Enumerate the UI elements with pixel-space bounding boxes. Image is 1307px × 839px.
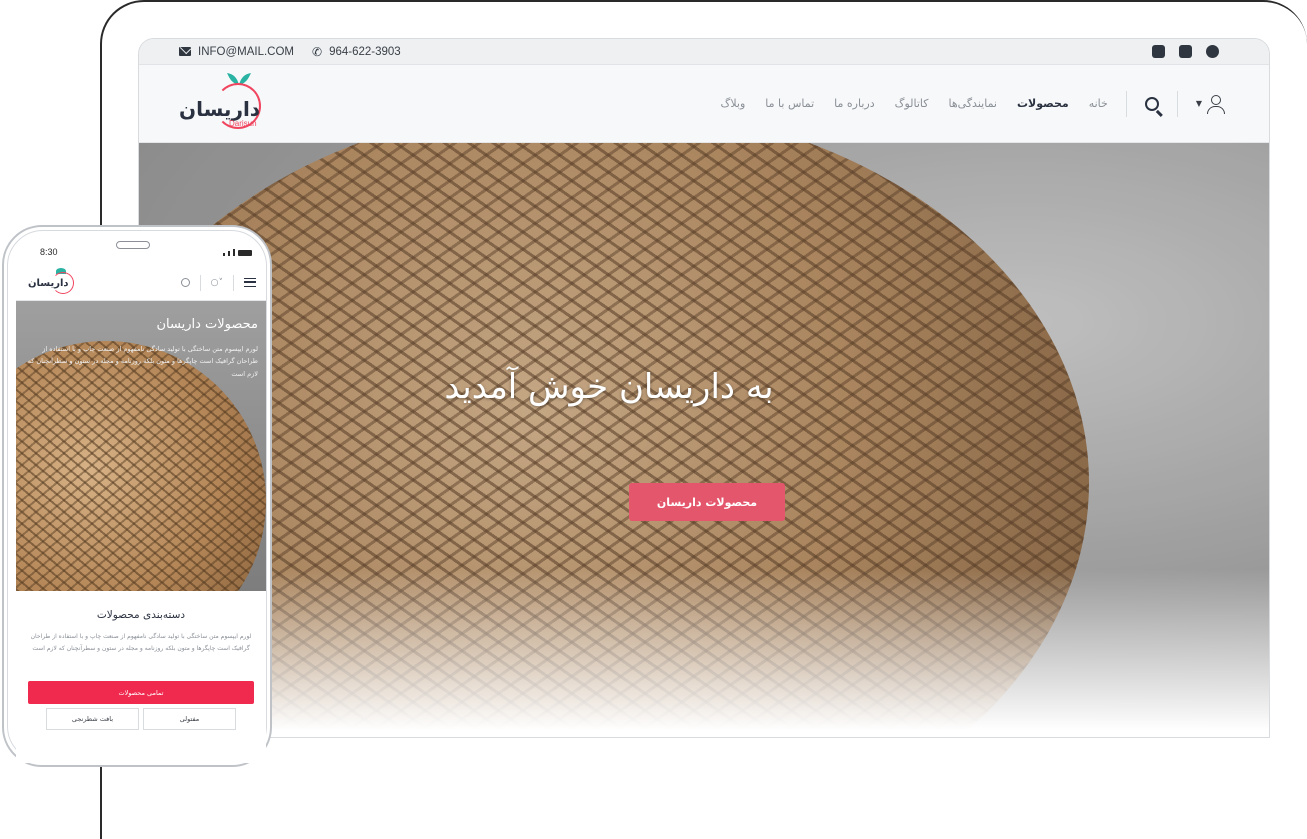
category-chip-wire[interactable]: مفتولی xyxy=(143,708,236,730)
logo-subtext: Darisun xyxy=(229,118,257,128)
signal-icon xyxy=(233,248,235,256)
email-contact[interactable]: INFO@MAIL.COM xyxy=(179,46,294,58)
desktop-screen: INFO@MAIL.COM ✆ 964-622-3903 داریسان Dar… xyxy=(138,38,1270,738)
mobile-logo-text: داریسان xyxy=(28,277,69,289)
products-button[interactable]: محصولات داریسان xyxy=(629,483,785,521)
status-icons xyxy=(223,248,252,256)
category-chip-checkered[interactable]: بافت شطرنجی xyxy=(46,708,139,730)
mail-icon xyxy=(179,47,191,56)
nav-divider xyxy=(1125,90,1127,117)
site-logo[interactable]: داریسان Darisun xyxy=(169,69,279,139)
contact-info: INFO@MAIL.COM ✆ 964-622-3903 xyxy=(179,45,401,59)
instagram-icon[interactable] xyxy=(1179,45,1192,58)
user-icon xyxy=(1206,94,1225,114)
phone-speaker xyxy=(116,241,150,249)
category-section: دسته‌بندی محصولات لورم ایپسوم متن ساختگی… xyxy=(16,591,266,730)
phone-text: 964-622-3903 xyxy=(329,45,401,58)
nav-divider xyxy=(1176,90,1178,117)
nav-link-about[interactable]: درباره ما xyxy=(834,97,874,110)
search-icon[interactable] xyxy=(180,278,190,287)
mobile-hero-desc: لورم ایپسوم متن ساختگی با تولید سادگی نا… xyxy=(27,345,258,378)
top-bar: INFO@MAIL.COM ✆ 964-622-3903 xyxy=(139,39,1269,65)
hero-section: به داریسان خوش آمدید محصولات داریسان xyxy=(139,143,1269,737)
hamburger-menu-icon[interactable] xyxy=(244,278,256,287)
telegram-icon[interactable] xyxy=(1206,45,1219,58)
phone-frame: 8:30 داریسان ○˅ محصولات داریسان لورم ایپ… xyxy=(2,225,272,767)
mobile-hero: محصولات داریسان لورم ایپسوم متن ساختگی ب… xyxy=(16,301,266,591)
hero-title: به داریسان خوش آمدید xyxy=(444,367,774,407)
hero-fade xyxy=(139,569,1269,737)
nav-link-catalog[interactable]: کاتالوگ xyxy=(895,97,929,110)
status-time: 8:30 xyxy=(40,247,58,257)
nav-right: ▼ خانه محصولات نمایندگی‌ها کاتالوگ دربار… xyxy=(721,90,1225,117)
mobile-hero-title: محصولات داریسان xyxy=(156,317,258,332)
signal-icon xyxy=(223,252,225,256)
nav-link-home[interactable]: خانه xyxy=(1089,97,1108,110)
social-links xyxy=(1152,45,1219,58)
nav-link-contact[interactable]: تماس با ما xyxy=(765,97,814,110)
user-menu[interactable]: ▼ xyxy=(1195,94,1225,114)
email-text: INFO@MAIL.COM xyxy=(198,45,295,58)
main-navbar: داریسان Darisun ▼ خانه محصولات نمایندگی‌… xyxy=(139,65,1269,143)
whatsapp-icon[interactable] xyxy=(1152,45,1165,58)
nav-link-agencies[interactable]: نمایندگی‌ها xyxy=(949,97,998,110)
category-chips: مفتولی بافت شطرنجی xyxy=(28,708,254,730)
nav-links: خانه محصولات نمایندگی‌ها کاتالوگ درباره … xyxy=(721,97,1108,110)
category-desc: لورم ایپسوم متن ساختگی با تولید سادگی نا… xyxy=(30,633,252,652)
nav-link-products[interactable]: محصولات xyxy=(1017,97,1069,110)
search-icon[interactable] xyxy=(1144,96,1159,111)
nav-divider xyxy=(199,274,201,291)
phone-icon: ✆ xyxy=(312,44,323,59)
showcase-stage: INFO@MAIL.COM ✆ 964-622-3903 داریسان Dar… xyxy=(0,0,1307,839)
mobile-logo[interactable]: داریسان xyxy=(28,267,78,298)
all-products-button[interactable]: تمامی محصولات xyxy=(28,681,254,704)
category-title: دسته‌بندی محصولات xyxy=(96,609,186,621)
phone-screen: 8:30 داریسان ○˅ محصولات داریسان لورم ایپ… xyxy=(16,239,266,763)
user-icon[interactable]: ○˅ xyxy=(211,278,223,288)
battery-icon xyxy=(238,249,252,256)
mobile-navbar: داریسان ○˅ xyxy=(16,265,266,301)
caret-down-icon: ▼ xyxy=(1195,99,1202,108)
signal-icon xyxy=(228,250,230,256)
phone-contact[interactable]: ✆ 964-622-3903 xyxy=(312,45,401,59)
nav-link-blog[interactable]: وبلاگ xyxy=(721,97,746,110)
logo-text: داریسان xyxy=(179,96,261,121)
nav-divider xyxy=(233,274,234,291)
mobile-tools: ○˅ xyxy=(180,274,256,291)
